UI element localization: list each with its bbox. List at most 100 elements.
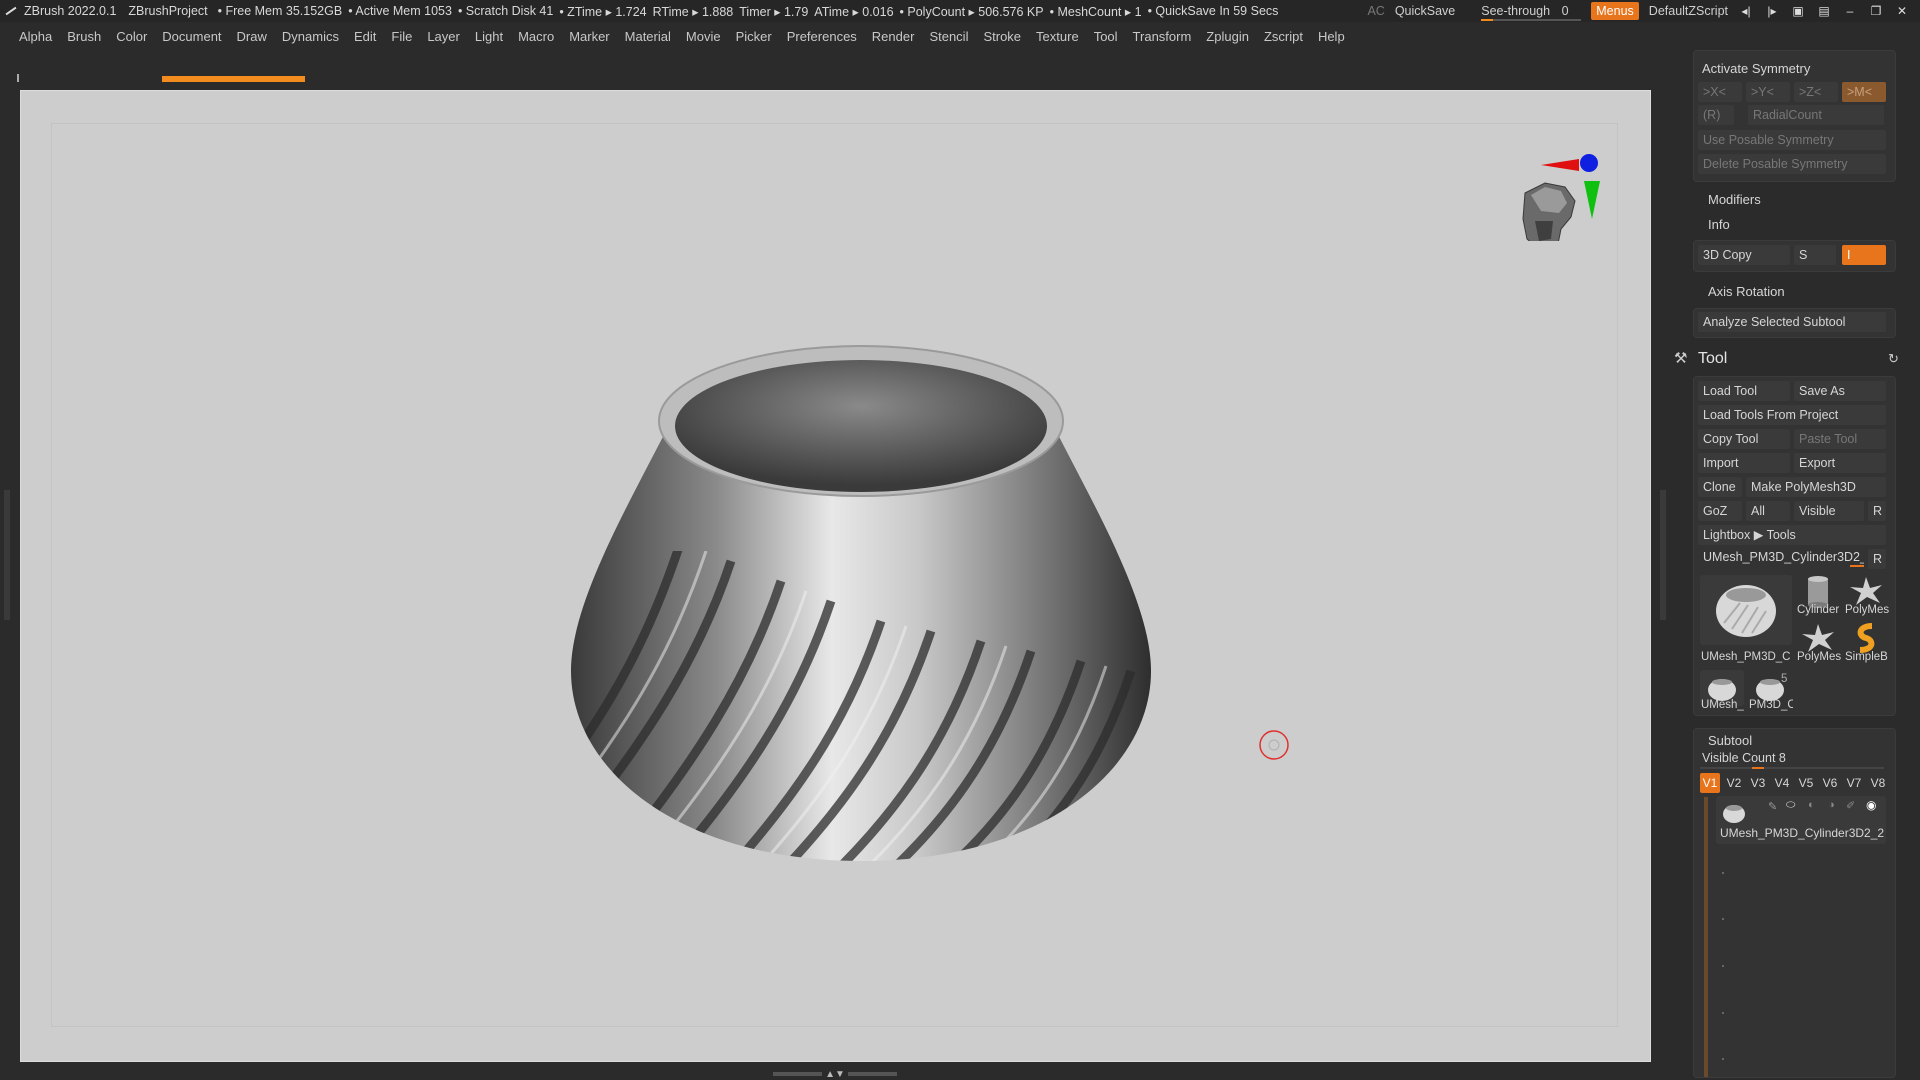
subtool-list-v5[interactable]: V5 [1796, 773, 1816, 793]
canvas-viewport[interactable] [20, 90, 1651, 1062]
layout-next-icon[interactable]: |▸ [1764, 4, 1780, 18]
menu-render[interactable]: Render [872, 29, 915, 44]
subtool-item[interactable]: ✎ ⬭ ◐ ◑ ✐ ◉ UMesh_PM3D_Cylinder3D2_2 [1716, 796, 1886, 844]
left-tray-grip[interactable] [4, 490, 10, 620]
menu-macro[interactable]: Macro [518, 29, 554, 44]
modifiers-button[interactable]: Modifiers [1708, 192, 1761, 207]
menus-toggle-button[interactable]: Menus [1591, 2, 1639, 20]
minimize-icon[interactable]: – [1842, 4, 1858, 18]
menu-dynamics[interactable]: Dynamics [282, 29, 339, 44]
menu-picker[interactable]: Picker [736, 29, 772, 44]
subtool-polypaint-icon[interactable]: ◐ [1808, 799, 1815, 811]
lightbox-tools-button[interactable]: Lightbox ▶ Tools [1698, 525, 1886, 545]
panel-swap-icon[interactable]: ▤ [1816, 4, 1832, 18]
symmetry-x-button[interactable]: >X< [1698, 82, 1742, 102]
info-button[interactable]: Info [1708, 217, 1730, 232]
vase-3d-model[interactable] [531, 301, 1191, 921]
right-tray-grip[interactable] [1660, 490, 1666, 620]
subtool-toggle-icon[interactable]: ⬭ [1786, 799, 1795, 812]
ac-label[interactable]: AC [1367, 4, 1384, 18]
menu-document[interactable]: Document [162, 29, 221, 44]
subtool-list-v4[interactable]: V4 [1772, 773, 1792, 793]
close-icon[interactable]: ✕ [1894, 4, 1910, 18]
goz-button[interactable]: GoZ [1698, 501, 1742, 521]
visible-count-slider[interactable]: Visible Count 8 [1702, 751, 1786, 765]
axis-rotation-button[interactable]: Axis Rotation [1708, 284, 1785, 299]
menu-color[interactable]: Color [116, 29, 147, 44]
subtool-list-v1[interactable]: V1 [1700, 773, 1720, 793]
menu-light[interactable]: Light [475, 29, 503, 44]
current-tool-slider[interactable]: UMesh_PM3D_Cylinder3D2_2 [1698, 547, 1864, 567]
bottom-tray-grip[interactable]: ▲▼ [770, 1069, 900, 1080]
refresh-icon[interactable]: ↻ [1888, 351, 1899, 367]
goz-visible-button[interactable]: Visible [1794, 501, 1864, 521]
subtool-scrollbar[interactable] [1704, 797, 1708, 1077]
subtool-list-v7[interactable]: V7 [1844, 773, 1864, 793]
subtool-list-v2[interactable]: V2 [1724, 773, 1744, 793]
tool-palette-title[interactable]: Tool [1698, 350, 1727, 368]
goz-all-button[interactable]: All [1746, 501, 1790, 521]
free-mem: • Free Mem 35.152GB [217, 4, 343, 18]
menu-stencil[interactable]: Stencil [929, 29, 968, 44]
radial-count-slider[interactable]: RadialCount [1748, 105, 1884, 125]
current-tool-r-button[interactable]: R [1868, 549, 1886, 569]
menu-edit[interactable]: Edit [354, 29, 376, 44]
see-through-slider[interactable]: See-through 0 [1481, 4, 1582, 21]
save-as-button[interactable]: Save As [1794, 381, 1886, 401]
radial-r-button[interactable]: (R) [1698, 105, 1734, 125]
subtool-list-v3[interactable]: V3 [1748, 773, 1768, 793]
menu-layer[interactable]: Layer [427, 29, 460, 44]
menu-stroke[interactable]: Stroke [983, 29, 1021, 44]
default-zscript-button[interactable]: DefaultZScript [1649, 4, 1728, 18]
analyze-selected-subtool-button[interactable]: Analyze Selected Subtool [1698, 312, 1886, 332]
goz-r-button[interactable]: R [1868, 501, 1886, 521]
3d-copy-s-button[interactable]: S [1794, 245, 1836, 265]
symmetry-z-button[interactable]: >Z< [1794, 82, 1838, 102]
symmetry-y-button[interactable]: >Y< [1746, 82, 1790, 102]
menu-transform[interactable]: Transform [1133, 29, 1192, 44]
load-tool-button[interactable]: Load Tool [1698, 381, 1790, 401]
menu-help[interactable]: Help [1318, 29, 1345, 44]
load-tools-from-project-button[interactable]: Load Tools From Project [1698, 405, 1886, 425]
subtool-list-v8[interactable]: V8 [1868, 773, 1888, 793]
subtool-brush-icon[interactable]: ✎ [1768, 800, 1777, 813]
menu-marker[interactable]: Marker [569, 29, 609, 44]
menu-draw[interactable]: Draw [237, 29, 267, 44]
menu-zplugin[interactable]: Zplugin [1206, 29, 1249, 44]
subtool-empty-slot [1722, 918, 1724, 920]
activate-symmetry-button[interactable]: Activate Symmetry [1702, 61, 1810, 76]
subtool-edit-icon[interactable]: ✐ [1846, 799, 1855, 812]
tool-thumb-umesh-large[interactable] [1700, 575, 1792, 645]
make-polymesh3d-button[interactable]: Make PolyMesh3D [1746, 477, 1886, 497]
use-posable-symmetry-button[interactable]: Use Posable Symmetry [1698, 130, 1886, 150]
menu-tool[interactable]: Tool [1094, 29, 1118, 44]
menu-preferences[interactable]: Preferences [787, 29, 857, 44]
timer: Timer ▸ 1.79 [739, 4, 809, 19]
rtime: RTime ▸ 1.888 [652, 4, 734, 19]
menu-movie[interactable]: Movie [686, 29, 721, 44]
menu-file[interactable]: File [391, 29, 412, 44]
subtool-list-v6[interactable]: V6 [1820, 773, 1840, 793]
subtool-eye-icon[interactable]: ◉ [1866, 798, 1876, 812]
delete-posable-symmetry-button[interactable]: Delete Posable Symmetry [1698, 154, 1886, 174]
clone-button[interactable]: Clone [1698, 477, 1742, 497]
symmetry-m-button[interactable]: >M< [1842, 82, 1886, 102]
export-button[interactable]: Export [1794, 453, 1886, 473]
menu-material[interactable]: Material [625, 29, 671, 44]
subtool-palette-title[interactable]: Subtool [1708, 733, 1752, 748]
menu-alpha[interactable]: Alpha [19, 29, 52, 44]
menu-brush[interactable]: Brush [67, 29, 101, 44]
subtool-mode-icon[interactable]: ◑ [1828, 799, 1835, 811]
paste-tool-button[interactable]: Paste Tool [1794, 429, 1886, 449]
layout-prev-icon[interactable]: ◂| [1738, 4, 1754, 18]
navigation-gizmo[interactable] [1501, 121, 1621, 241]
copy-tool-button[interactable]: Copy Tool [1698, 429, 1790, 449]
panel-layout-icon[interactable]: ▣ [1790, 4, 1806, 18]
import-button[interactable]: Import [1698, 453, 1790, 473]
3d-copy-button[interactable]: 3D Copy [1698, 245, 1790, 265]
quicksave-button[interactable]: QuickSave [1395, 4, 1455, 18]
restore-icon[interactable]: ❐ [1868, 4, 1884, 18]
menu-texture[interactable]: Texture [1036, 29, 1079, 44]
3d-copy-i-button[interactable]: I [1842, 245, 1886, 265]
menu-zscript[interactable]: Zscript [1264, 29, 1303, 44]
